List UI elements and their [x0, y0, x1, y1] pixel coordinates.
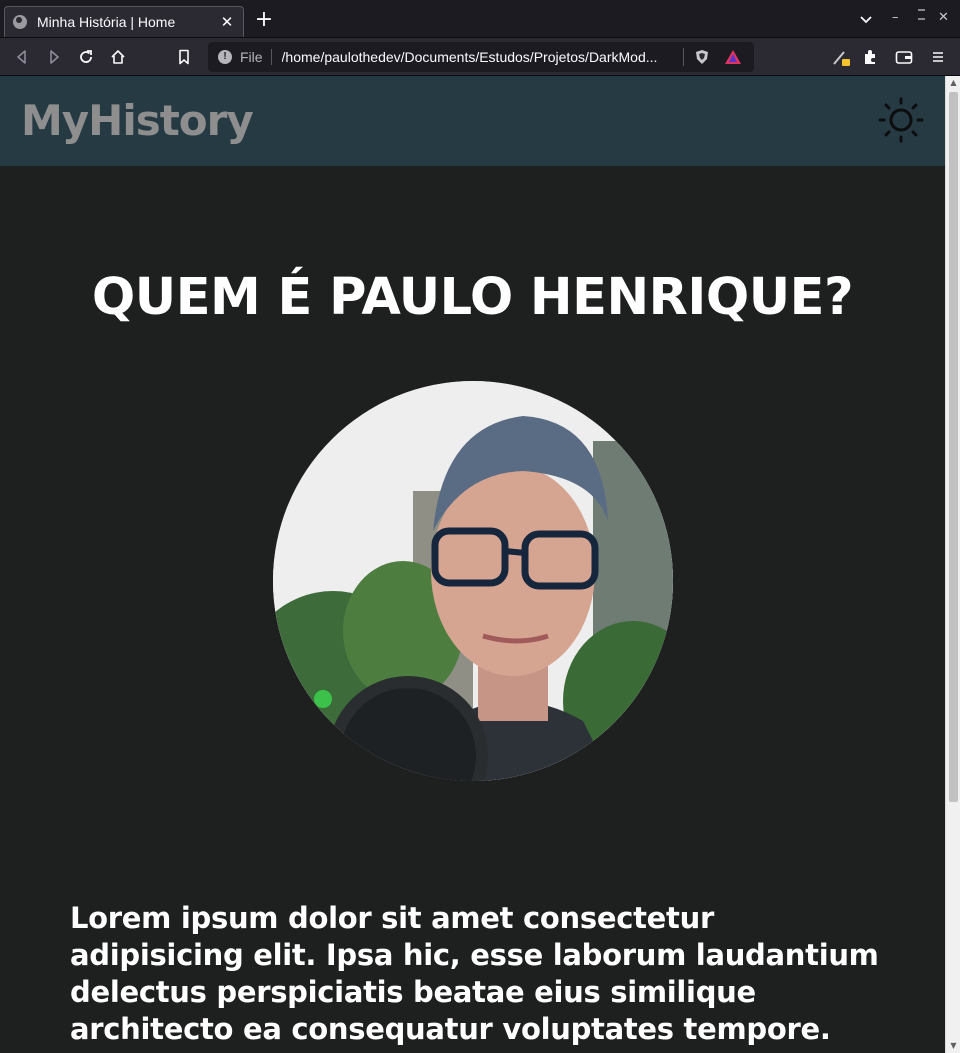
- brave-rewards-icon[interactable]: [724, 49, 741, 65]
- home-icon[interactable]: [105, 44, 131, 70]
- back-icon[interactable]: [9, 44, 35, 70]
- url-bar[interactable]: ! File /home/paulothedev/Documents/Estud…: [208, 42, 754, 72]
- browser-tab[interactable]: Minha História | Home ✕: [4, 6, 244, 37]
- site-header: MyHistory: [0, 76, 945, 166]
- url-scheme: File: [240, 49, 272, 65]
- close-tab-icon[interactable]: ✕: [219, 13, 235, 31]
- url-text[interactable]: /home/paulothedev/Documents/Estudos/Proj…: [282, 49, 675, 65]
- bio-paragraph: Lorem ipsum dolor sit amet consectetur a…: [70, 901, 879, 1053]
- brave-shield-icon[interactable]: [694, 49, 710, 65]
- scroll-thumb[interactable]: [949, 92, 958, 802]
- browser-toolbar: ! File /home/paulothedev/Documents/Estud…: [0, 38, 960, 76]
- new-tab-button[interactable]: +: [252, 9, 276, 33]
- profile-photo: [273, 381, 673, 781]
- forward-icon[interactable]: [41, 44, 67, 70]
- url-divider: [683, 48, 684, 66]
- page-headline: QUEM É PAULO HENRIQUE?: [91, 268, 854, 327]
- eyedropper-icon[interactable]: [828, 44, 854, 70]
- close-window-icon[interactable]: ✕: [938, 10, 949, 25]
- maximize-icon[interactable]: [915, 8, 927, 26]
- extensions-icon[interactable]: [857, 44, 883, 70]
- scroll-up-icon[interactable]: ▲: [946, 76, 960, 90]
- page-viewport: MyHistory QUEM É PAULO HENRIQUE? Lorem i…: [0, 76, 945, 1053]
- vertical-scrollbar[interactable]: ▲ ▼: [945, 76, 960, 1053]
- globe-icon: [13, 15, 27, 29]
- site-logo[interactable]: MyHistory: [21, 96, 254, 145]
- tab-title: Minha História | Home: [37, 14, 176, 30]
- tab-list-icon[interactable]: [859, 12, 873, 30]
- reload-icon[interactable]: [73, 44, 99, 70]
- minimize-icon[interactable]: –: [892, 10, 899, 25]
- menu-icon[interactable]: [925, 44, 951, 70]
- sun-icon: [878, 97, 924, 143]
- browser-tab-strip: Minha História | Home ✕ + – ✕: [0, 0, 960, 38]
- scroll-down-icon[interactable]: ▼: [946, 1039, 960, 1053]
- theme-toggle-button[interactable]: [877, 96, 925, 144]
- bookmark-icon[interactable]: [171, 44, 197, 70]
- info-icon[interactable]: !: [218, 50, 232, 64]
- wallet-icon[interactable]: [891, 44, 917, 70]
